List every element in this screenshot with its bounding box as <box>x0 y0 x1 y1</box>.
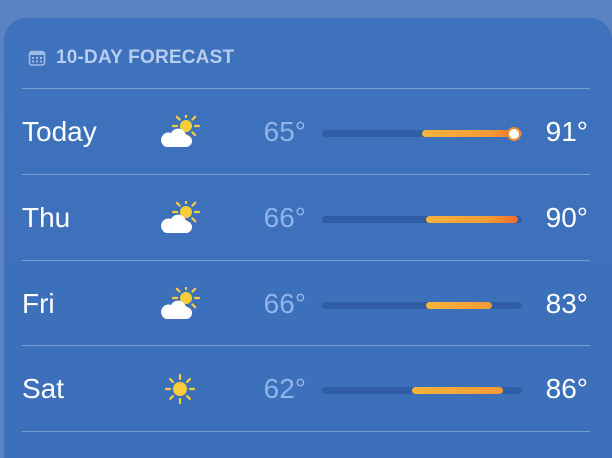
forecast-row[interactable]: Thu 66° 90° <box>0 175 612 260</box>
sunny-icon <box>164 373 196 405</box>
temp-range-fill <box>422 130 522 137</box>
partly-sunny-icon <box>161 201 201 233</box>
high-temp: 91° <box>545 116 588 147</box>
partly-sunny-icon <box>161 287 201 319</box>
current-temp-marker <box>509 128 520 139</box>
row-divider <box>22 431 590 432</box>
day-label: Sat <box>22 373 65 404</box>
low-temp: 65° <box>263 116 306 147</box>
low-temp: 66° <box>263 202 306 233</box>
temp-range-track <box>322 302 522 309</box>
temp-range-fill <box>412 387 504 394</box>
temp-range-fill <box>425 302 492 309</box>
low-temp: 62° <box>263 373 306 404</box>
forecast-row[interactable]: Today 65° 91° <box>0 89 612 174</box>
temp-range-track <box>322 216 522 223</box>
temp-range-track <box>322 128 522 139</box>
high-temp: 90° <box>545 202 588 233</box>
high-temp: 86° <box>545 373 588 404</box>
high-temp: 83° <box>545 288 588 319</box>
day-label: Today <box>22 116 97 147</box>
partly-sunny-icon <box>161 115 201 147</box>
low-temp: 66° <box>263 288 306 319</box>
calendar-icon <box>28 50 46 66</box>
forecast-header: 10-DAY FORECAST <box>28 44 234 72</box>
day-label: Fri <box>22 288 55 319</box>
forecast-row[interactable]: Fri 66° 83° <box>0 261 612 346</box>
forecast-row[interactable]: Sat 62° 86° <box>0 346 612 431</box>
forecast-title: 10-DAY FORECAST <box>56 47 235 68</box>
day-label: Thu <box>22 202 71 233</box>
temp-range-track <box>322 387 522 394</box>
temp-range-fill <box>425 216 519 223</box>
